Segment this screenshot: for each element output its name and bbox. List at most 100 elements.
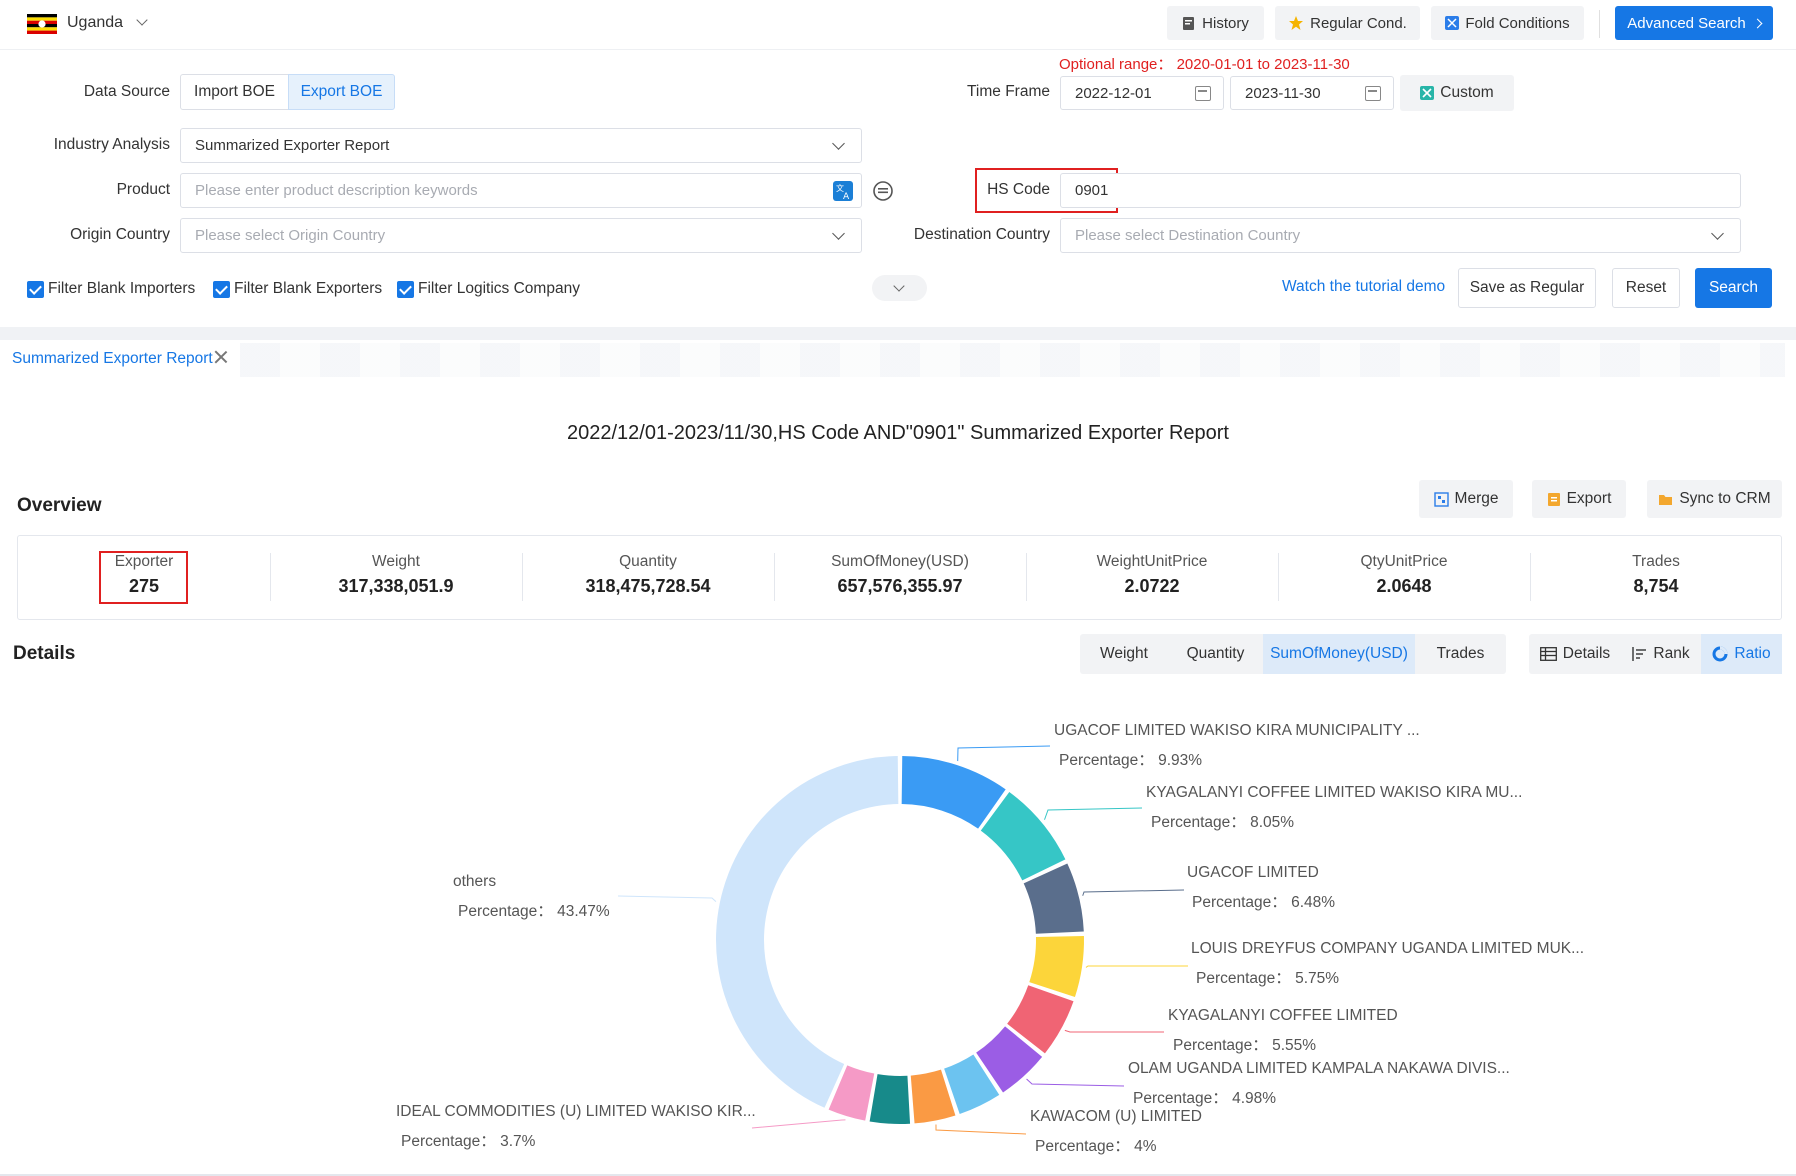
industry-analysis-label: Industry Analysis	[53, 136, 170, 153]
export-button[interactable]: Export	[1532, 480, 1626, 518]
expand-conditions-toggle[interactable]	[872, 275, 927, 301]
hs-code-value: 0901	[1075, 182, 1109, 199]
stat-value: 8,754	[1633, 576, 1679, 596]
leader-line	[1064, 1029, 1164, 1033]
history-icon	[1183, 16, 1195, 30]
leader-line	[935, 1124, 1027, 1135]
chevron-down-icon	[832, 227, 845, 240]
product-input[interactable]: Please enter product description keyword…	[180, 173, 862, 208]
filter-logistics-company[interactable]: Filter Logitics Company	[397, 280, 580, 298]
leader-line	[1044, 807, 1143, 820]
keyword-list-icon[interactable]	[872, 180, 894, 202]
search-button[interactable]: Search	[1695, 268, 1772, 308]
tutorial-link[interactable]: Watch the tutorial demo	[1282, 278, 1445, 296]
chevron-down-icon	[832, 137, 845, 150]
regular-cond-button[interactable]: Regular Cond.	[1275, 6, 1420, 40]
history-label: History	[1202, 14, 1249, 32]
origin-country-placeholder: Please select Origin Country	[195, 227, 386, 244]
report-tab[interactable]: Summarized Exporter Report	[12, 350, 213, 368]
leader-line	[617, 895, 717, 903]
tab-rank-label: Rank	[1653, 645, 1690, 662]
legend-label-5: OLAM UGANDA LIMITED KAMPALA NAKAWA DIVIS…	[1128, 1060, 1510, 1108]
start-date-value: 2022-12-01	[1075, 84, 1152, 102]
stat-trades: Trades 8,754	[1530, 553, 1782, 597]
stat-value: 2.0648	[1376, 576, 1432, 596]
custom-button[interactable]: Custom	[1400, 75, 1514, 111]
history-button[interactable]: History	[1167, 6, 1264, 40]
tab-sum-of-money[interactable]: SumOfMoney(USD)	[1263, 634, 1415, 674]
optional-range-note: Optional range： 2020-01-01 to 2023-11-30	[1059, 56, 1350, 73]
tab-quantity[interactable]: Quantity	[1168, 634, 1263, 674]
merge-button[interactable]: Merge	[1419, 480, 1513, 518]
reset-button[interactable]: Reset	[1612, 268, 1680, 308]
time-frame-label: Time Frame	[967, 83, 1050, 100]
legend-label-2: UGACOF LIMITED Percentage： 6.48%	[1187, 864, 1335, 912]
advanced-search-button[interactable]: Advanced Search	[1615, 6, 1773, 40]
legend-name: UGACOF LIMITED	[1187, 864, 1319, 881]
donut-slice[interactable]	[1029, 935, 1085, 997]
stat-value: 657,576,355.97	[837, 576, 963, 596]
export-boe-option[interactable]: Export BOE	[288, 74, 395, 110]
details-heading: Details	[13, 643, 76, 664]
sync-crm-button[interactable]: Sync to CRM	[1647, 480, 1782, 518]
tab-trades[interactable]: Trades	[1415, 634, 1506, 674]
donut-slice[interactable]	[716, 756, 899, 1108]
industry-analysis-select[interactable]: Summarized Exporter Report	[180, 128, 862, 163]
legend-percentage: Percentage： 5.55%	[1173, 1037, 1317, 1054]
product-placeholder: Please enter product description keyword…	[195, 182, 478, 199]
checkbox-checked-icon[interactable]	[213, 280, 230, 298]
report-title: 2022/12/01-2023/11/30,HS Code AND"0901" …	[567, 422, 1229, 444]
tab-ratio[interactable]: Ratio	[1701, 634, 1782, 674]
stat-label: Trades	[1632, 553, 1680, 570]
donut-slice[interactable]	[869, 1074, 911, 1124]
translate-icon[interactable]: 文A	[833, 181, 853, 201]
save-as-regular-button[interactable]: Save as Regular	[1458, 268, 1596, 308]
end-date-value: 2023-11-30	[1245, 84, 1321, 102]
leader-line	[1085, 965, 1188, 968]
star-icon	[1289, 16, 1304, 30]
legend-percentage: Percentage： 6.48%	[1192, 894, 1336, 911]
checkbox-checked-icon[interactable]	[397, 280, 414, 298]
filter-blank-importers[interactable]: Filter Blank Importers	[27, 280, 195, 298]
fold-conditions-label: Fold Conditions	[1465, 14, 1570, 32]
leader-line	[957, 745, 1051, 762]
origin-country-select[interactable]: Please select Origin Country	[180, 218, 862, 253]
country-selector[interactable]: Uganda	[67, 14, 148, 32]
tab-details[interactable]: Details	[1529, 634, 1621, 674]
stat-sum-of-money: SumOfMoney(USD) 657,576,355.97	[774, 553, 1026, 597]
end-date-input[interactable]: 2023-11-30	[1230, 76, 1394, 110]
close-icon[interactable]	[214, 350, 228, 364]
stat-label: SumOfMoney(USD)	[831, 553, 969, 570]
merge-label: Merge	[1454, 490, 1499, 507]
uganda-flag-icon	[27, 14, 57, 34]
destination-country-select[interactable]: Please select Destination Country	[1060, 218, 1741, 253]
legend-percentage: Percentage： 5.75%	[1196, 970, 1340, 987]
stat-weight-unit-price: WeightUnitPrice 2.0722	[1026, 553, 1278, 597]
leader-line	[751, 1119, 846, 1129]
tab-weight[interactable]: Weight	[1080, 634, 1168, 674]
legend-percentage: Percentage： 4%	[1035, 1138, 1157, 1155]
ratio-donut-chart	[617, 745, 1188, 1135]
chevron-right-icon	[1752, 18, 1763, 28]
hs-code-input[interactable]: 0901	[1060, 173, 1741, 208]
export-icon	[1547, 492, 1560, 506]
overview-heading: Overview	[17, 495, 102, 516]
import-boe-option[interactable]: Import BOE	[180, 74, 289, 110]
tab-rank[interactable]: Rank	[1621, 634, 1701, 674]
regular-cond-label: Regular Cond.	[1310, 14, 1407, 32]
donut-slice[interactable]	[901, 756, 1006, 829]
filter-blank-exporters[interactable]: Filter Blank Exporters	[213, 280, 382, 298]
stat-value: 318,475,728.54	[585, 576, 711, 596]
checkbox-checked-icon[interactable]	[27, 280, 44, 298]
legend-name: OLAM UGANDA LIMITED KAMPALA NAKAWA DIVIS…	[1128, 1060, 1510, 1077]
legend-label-0: UGACOF LIMITED WAKISO KIRA MUNICIPALITY …	[1054, 722, 1420, 770]
fold-conditions-button[interactable]: Fold Conditions	[1431, 6, 1584, 40]
calendar-icon	[1365, 86, 1381, 101]
filter-label: Filter Blank Exporters	[234, 280, 383, 298]
stat-value: 317,338,051.9	[338, 576, 454, 596]
toolbar-divider	[1599, 10, 1600, 38]
tab-details-label: Details	[1562, 645, 1611, 662]
chevron-down-icon	[1711, 227, 1724, 240]
legend-name: KYAGALANYI COFFEE LIMITED	[1168, 1007, 1398, 1024]
start-date-input[interactable]: 2022-12-01	[1060, 76, 1224, 110]
